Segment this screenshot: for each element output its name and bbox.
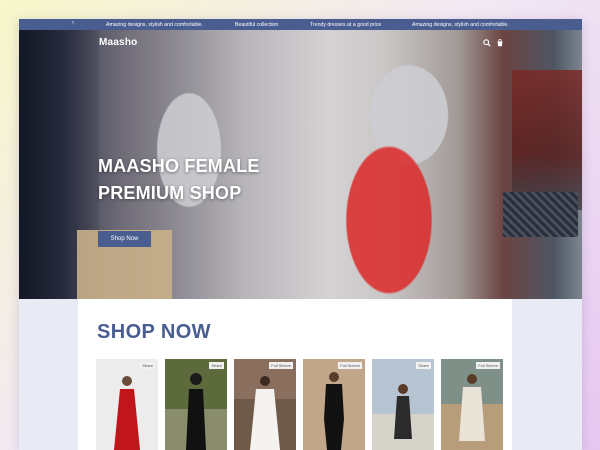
cart-icon[interactable] bbox=[495, 38, 504, 47]
product-card[interactable]: Share bbox=[96, 359, 158, 450]
product-image bbox=[372, 359, 434, 450]
announcement-bar: ‹ Amazing designs, stylish and comfortab… bbox=[19, 19, 582, 30]
product-badge: Share bbox=[416, 362, 431, 369]
product-image bbox=[441, 359, 503, 450]
product-card[interactable]: Share bbox=[372, 359, 434, 450]
hero-banner: Maasho MAASHO FEMALE PREMIUM SHOP Shop N… bbox=[19, 30, 582, 299]
product-card[interactable]: Share bbox=[165, 359, 227, 450]
product-grid: Share Share Full Sleeve Full Sleeve Shar… bbox=[96, 359, 503, 450]
product-badge: Share bbox=[209, 362, 224, 369]
chevron-left-icon[interactable]: ‹ bbox=[72, 20, 74, 26]
announcement-message: Trendy dresses at a good price bbox=[310, 22, 382, 28]
hero-title-line: PREMIUM SHOP bbox=[98, 183, 242, 203]
browser-frame: ‹ Amazing designs, stylish and comfortab… bbox=[19, 19, 582, 450]
search-icon[interactable] bbox=[482, 38, 491, 47]
product-card[interactable]: Full Sleeve bbox=[441, 359, 503, 450]
product-image bbox=[303, 359, 365, 450]
product-badge: Full Sleeve bbox=[338, 362, 362, 369]
site-logo[interactable]: Maasho bbox=[99, 37, 137, 48]
hero-image-basket bbox=[503, 192, 578, 237]
hero-image-clothes-rack bbox=[512, 70, 582, 210]
hero-title-line: MAASHO FEMALE bbox=[98, 156, 260, 176]
product-card[interactable]: Full Sleeve bbox=[303, 359, 365, 450]
product-image bbox=[96, 359, 158, 450]
shop-section: SHOP NOW Share Share Full Sleeve Full Sl… bbox=[19, 299, 582, 450]
section-heading: SHOP NOW bbox=[97, 321, 211, 343]
announcement-message: Amazing designs, stylish and comfortable… bbox=[106, 22, 203, 28]
announcement-message: Amazing designs, stylish and comfortable… bbox=[412, 22, 509, 28]
announcement-message: Beautiful collection bbox=[235, 22, 279, 28]
hero-title: MAASHO FEMALE PREMIUM SHOP bbox=[98, 153, 398, 207]
product-badge: Share bbox=[140, 362, 155, 369]
shop-now-button[interactable]: Shop Now bbox=[98, 231, 151, 247]
product-image bbox=[165, 359, 227, 450]
product-card[interactable]: Full Sleeve bbox=[234, 359, 296, 450]
product-image bbox=[234, 359, 296, 450]
product-badge: Full Sleeve bbox=[476, 362, 500, 369]
product-badge: Full Sleeve bbox=[269, 362, 293, 369]
